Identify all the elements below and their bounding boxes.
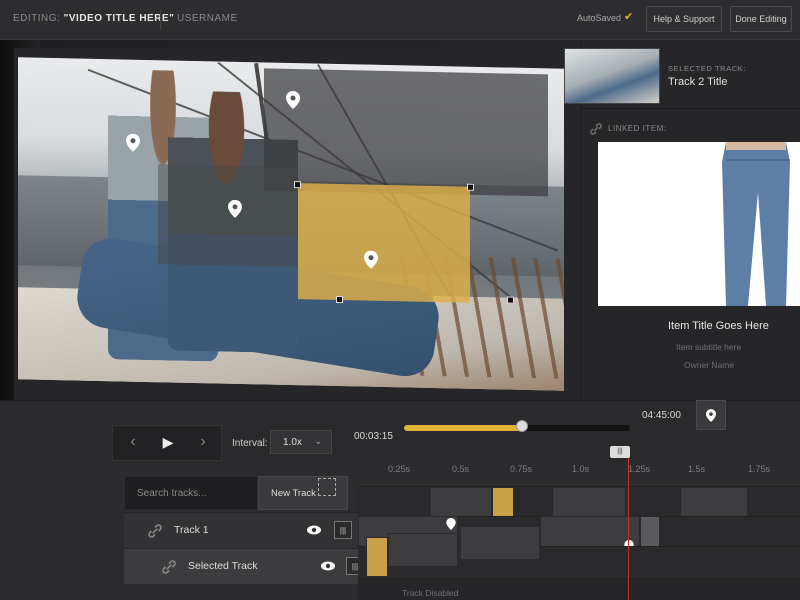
track-row[interactable]: Track 1 ||| (124, 512, 358, 548)
item-subtitle: Item subtitle here (676, 342, 742, 352)
hotspot-region[interactable] (264, 68, 548, 197)
eye-icon[interactable] (320, 559, 336, 573)
hotspot-region-selected[interactable] (298, 183, 470, 303)
add-hotspot-button[interactable] (696, 400, 726, 430)
crop-icon (318, 478, 336, 496)
track-disabled-label: Track Disabled (402, 588, 459, 598)
link-icon[interactable] (162, 560, 176, 574)
check-icon: ✔ (624, 11, 634, 23)
resize-handle[interactable] (294, 181, 301, 189)
previous-icon[interactable]: ‹ (126, 427, 140, 457)
timeline-clip[interactable] (388, 533, 458, 567)
track-menu-button[interactable]: ||| (334, 521, 352, 539)
map-pin-icon[interactable] (286, 91, 300, 110)
timeline-tick: 0.5s (452, 464, 470, 474)
seek-handle[interactable] (516, 420, 528, 432)
header-divider (160, 10, 161, 30)
eye-icon[interactable] (306, 523, 322, 537)
video-title[interactable]: "VIDEO TITLE HERE" (64, 13, 175, 24)
selected-track-thumbnail[interactable] (564, 48, 660, 104)
current-time: 00:03:15 (354, 431, 393, 442)
chevron-down-icon: ⌄ (314, 436, 322, 446)
interval-select[interactable]: 1.0x ⌄ (270, 430, 332, 454)
timeline-tick: 1.5s (688, 464, 706, 474)
map-pin-icon (706, 408, 716, 422)
resize-handle[interactable] (336, 295, 343, 304)
timeline-tick: 1.25s (628, 464, 651, 474)
map-pin-icon[interactable] (126, 133, 140, 152)
search-tracks-input[interactable] (124, 476, 258, 510)
map-pin-icon[interactable] (364, 250, 378, 269)
map-pin-icon[interactable] (228, 199, 242, 218)
track-name: Track 1 (174, 524, 209, 536)
linked-item-label: LINKED ITEM: (608, 124, 667, 133)
interval-label: Interval: (232, 438, 268, 449)
item-title: Item Title Goes Here (668, 320, 769, 332)
timeline-clip[interactable] (460, 526, 540, 560)
total-time: 04:45:00 (642, 410, 681, 421)
interval-value: 1.0x (283, 436, 302, 448)
top-bar: EDITING: "VIDEO TITLE HERE" USERNAME Aut… (0, 0, 800, 40)
jeans-product-image (722, 142, 790, 306)
next-icon[interactable]: › (196, 427, 210, 457)
playhead-handle[interactable]: ||| (610, 446, 630, 458)
timeline-tick: 0.25s (388, 464, 411, 474)
track-row-selected[interactable]: Selected Track ||| (124, 548, 364, 584)
timeline-tick: 1.0s (572, 464, 590, 474)
editing-title: EDITING: "VIDEO TITLE HERE" (13, 13, 174, 24)
item-owner: Owner Name (684, 360, 735, 370)
seek-progress (404, 425, 522, 431)
timeline-clip-active[interactable] (640, 516, 660, 550)
username[interactable]: USERNAME (177, 13, 238, 24)
selected-track-title: Track 2 Title (668, 76, 728, 88)
timeline-clip-selected[interactable] (366, 537, 388, 577)
done-editing-button[interactable]: Done Editing (730, 6, 792, 32)
linked-item-image[interactable] (598, 142, 800, 306)
help-support-button[interactable]: Help & Support (646, 6, 722, 32)
playhead[interactable] (628, 448, 629, 600)
resize-handle[interactable] (467, 183, 474, 191)
new-track-label: New Track (271, 487, 316, 499)
video-preview[interactable] (18, 57, 564, 391)
panel-divider (580, 108, 800, 109)
link-icon[interactable] (148, 524, 162, 538)
map-pin-icon (446, 518, 456, 530)
autosave-status: AutoSaved (577, 13, 622, 23)
timeline-tick: 0.75s (510, 464, 533, 474)
link-icon (590, 122, 602, 135)
editing-prefix: EDITING: (13, 13, 64, 24)
resize-handle[interactable] (507, 296, 514, 304)
timeline-tick: 1.75s (748, 464, 771, 474)
selected-track-label: SELECTED TRACK: (668, 64, 747, 73)
video-editor-app: EDITING: "VIDEO TITLE HERE" USERNAME Aut… (0, 0, 800, 600)
track-name: Selected Track (188, 560, 258, 572)
play-icon[interactable]: ▶ (160, 427, 176, 457)
